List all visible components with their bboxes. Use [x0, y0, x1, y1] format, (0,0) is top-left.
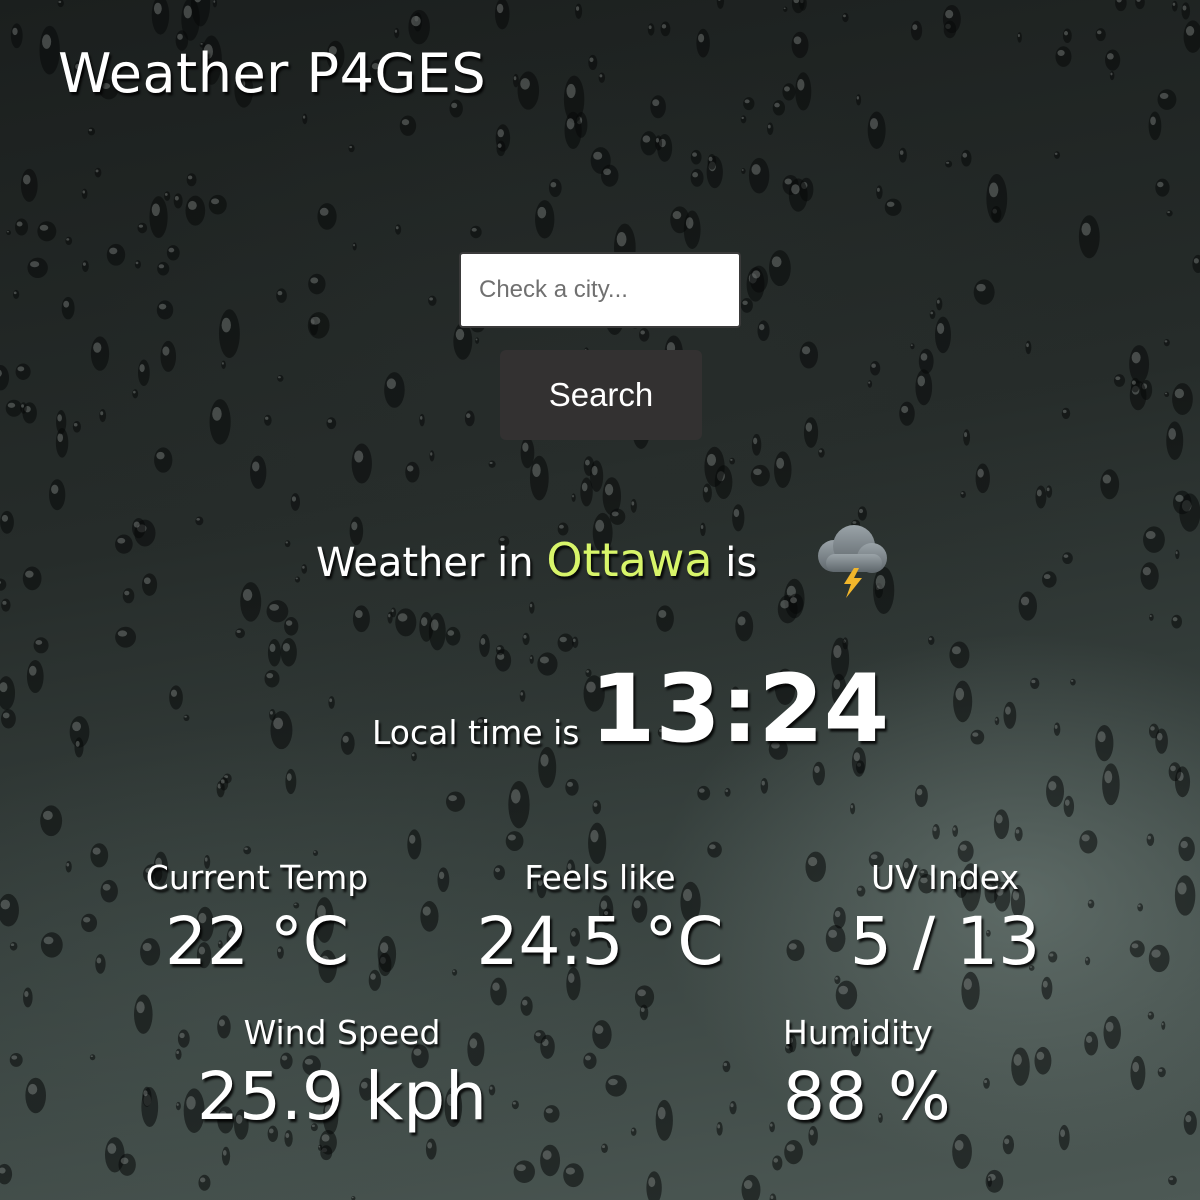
feels-like-value: 24.5 °C — [476, 903, 724, 980]
humidity-label: Humidity — [783, 1013, 933, 1052]
weather-suffix: is — [712, 540, 758, 586]
uv-index-value: 5 / 13 — [849, 903, 1041, 980]
current-temp-label: Current Temp — [145, 858, 369, 897]
feels-like-stat: Feels like 24.5 °C — [455, 858, 745, 982]
humidity-value: 88 % — [783, 1058, 951, 1135]
current-temp-stat: Current Temp 22 °C — [112, 858, 402, 982]
local-time-label: Local time is — [372, 713, 580, 752]
city-search-input[interactable] — [459, 252, 741, 328]
wind-speed-stat: Wind Speed 25.9 kph — [192, 1013, 492, 1137]
page-title: Weather P4GES — [58, 42, 487, 105]
thunderstorm-cloud-icon — [818, 525, 887, 598]
city-name: Ottawa — [546, 533, 713, 587]
wind-speed-value: 25.9 kph — [197, 1058, 487, 1135]
current-temp-value: 22 °C — [164, 903, 350, 980]
local-time-value: 13:24 — [590, 655, 890, 764]
humidity-stat: Humidity 88 % — [783, 1013, 1083, 1137]
wind-speed-label: Wind Speed — [243, 1013, 441, 1052]
weather-prefix: Weather in — [316, 540, 547, 586]
search-button[interactable]: Search — [500, 350, 702, 440]
feels-like-label: Feels like — [524, 858, 676, 897]
uv-index-label: UV Index — [870, 858, 1020, 897]
uv-index-stat: UV Index 5 / 13 — [800, 858, 1090, 982]
